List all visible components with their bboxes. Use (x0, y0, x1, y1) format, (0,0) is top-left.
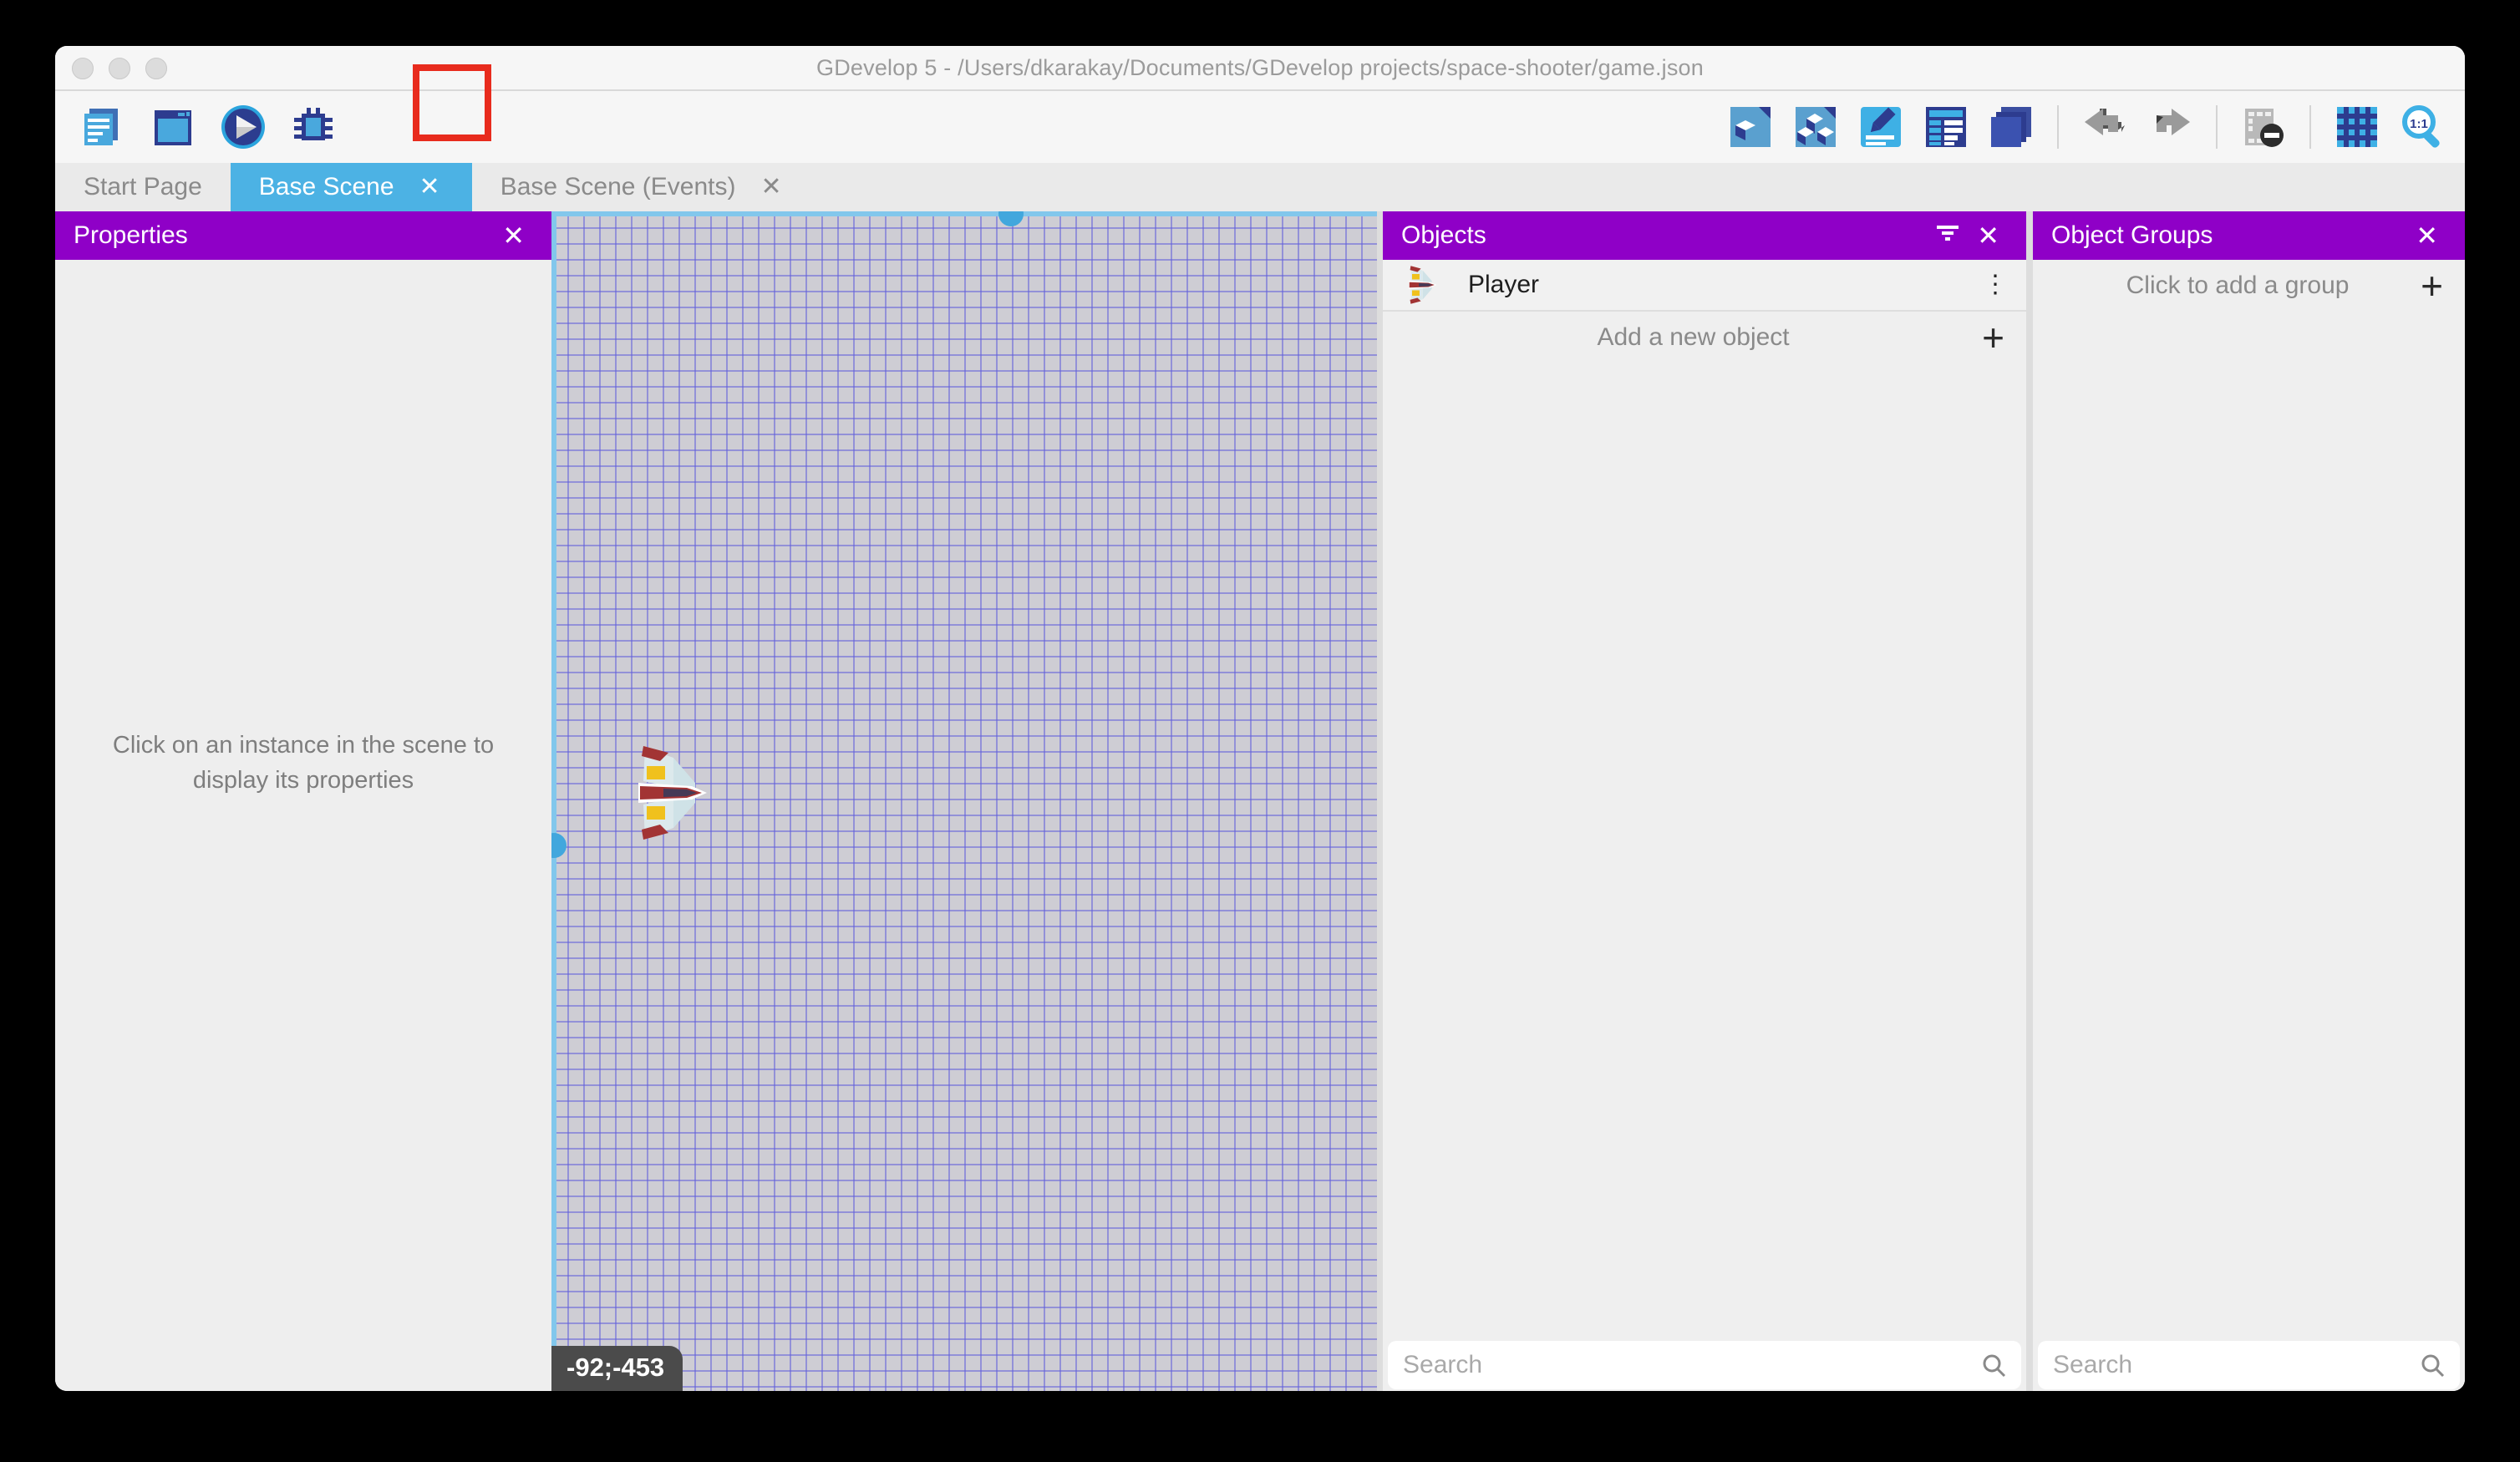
add-group-plus-icon[interactable]: + (2421, 267, 2443, 305)
editor-content: Properties ✕ Click on an instance in the… (55, 211, 2465, 1391)
properties-empty-message: Click on an instance in the scene to dis… (55, 728, 551, 798)
objects-header: Objects ✕ (1383, 211, 2026, 260)
redo-arrow-icon (2147, 104, 2193, 150)
edit-properties-button[interactable] (1857, 103, 1905, 151)
add-object-row[interactable]: Add a new object + (1383, 312, 2026, 363)
edit-object-groups-button[interactable] (1791, 103, 1840, 151)
add-object-plus-icon[interactable]: + (1982, 318, 2004, 357)
toolbar-divider (2309, 105, 2311, 149)
debug-bug-icon (290, 104, 337, 150)
maximize-window-button[interactable] (145, 58, 167, 79)
properties-title: Properties (74, 221, 188, 250)
app-window: GDevelop 5 - /Users/dkarakay/Documents/G… (55, 46, 2465, 1391)
debug-button[interactable] (289, 103, 338, 151)
instances-list-button[interactable] (1922, 103, 1970, 151)
zoom-1-1-icon: 1:1 (2399, 104, 2446, 150)
toolbar-divider (2216, 105, 2218, 149)
close-objects-icon[interactable]: ✕ (1969, 220, 2008, 251)
properties-pencil-icon (1857, 104, 1904, 150)
object-groups-cubes-icon (1792, 104, 1839, 150)
play-icon (220, 104, 267, 150)
close-object-groups-icon[interactable]: ✕ (2407, 220, 2446, 251)
object-groups-header: Object Groups ✕ (2033, 211, 2465, 260)
object-groups-empty-space (2033, 312, 2465, 1341)
toolbar-divider (2057, 105, 2059, 149)
layers-icon (1988, 104, 2035, 150)
toggle-mask-button[interactable] (2239, 103, 2288, 151)
title-bar: GDevelop 5 - /Users/dkarakay/Documents/G… (55, 46, 2465, 91)
filter-icon[interactable] (1927, 220, 1969, 251)
open-scene-editor-button[interactable] (149, 103, 197, 151)
object-cube-icon (1727, 104, 1774, 150)
play-preview-button[interactable] (219, 103, 267, 151)
objects-search-input[interactable] (1403, 1351, 1981, 1379)
object-name: Player (1468, 271, 1539, 299)
tab-start-page[interactable]: Start Page (55, 163, 231, 211)
tab-base-scene-events[interactable]: Base Scene (Events) ✕ (472, 163, 814, 211)
scene-canvas[interactable]: -92;-453 (551, 211, 1377, 1391)
object-row-player[interactable]: Player ⋮ (1383, 260, 2026, 312)
properties-header: Properties ✕ (55, 211, 551, 260)
layers-button[interactable] (1987, 103, 2035, 151)
search-icon (2420, 1353, 2445, 1378)
grid-icon (2334, 104, 2380, 150)
object-menu-kebab-icon[interactable]: ⋮ (1983, 278, 2008, 292)
undo-button[interactable] (2081, 103, 2129, 151)
edit-object-button[interactable] (1726, 103, 1775, 151)
add-object-label: Add a new object (1405, 323, 1982, 352)
undo-arrow-icon (2081, 104, 2128, 150)
cursor-coordinates-badge: -92;-453 (551, 1346, 683, 1391)
object-groups-title: Object Groups (2051, 221, 2213, 250)
objects-panel: Objects ✕ (1383, 211, 2026, 1391)
objects-search-box[interactable] (1388, 1341, 2021, 1389)
properties-panel: Properties ✕ Click on an instance in the… (55, 211, 551, 1391)
scene-window-icon (150, 104, 196, 150)
tab-base-scene[interactable]: Base Scene ✕ (231, 163, 472, 211)
add-group-label: Click to add a group (2055, 272, 2421, 300)
window-controls (72, 46, 167, 91)
objects-title: Objects (1401, 221, 1486, 250)
minimize-window-button[interactable] (109, 58, 130, 79)
object-groups-search-box[interactable] (2038, 1341, 2460, 1389)
project-manager-button[interactable] (79, 103, 127, 151)
objects-panel-empty-space (1383, 363, 2026, 1341)
object-groups-panel: Object Groups ✕ Click to add a group + (2033, 211, 2465, 1391)
search-icon (1981, 1353, 2006, 1378)
add-group-row[interactable]: Click to add a group + (2033, 260, 2465, 312)
window-title: GDevelop 5 - /Users/dkarakay/Documents/G… (816, 55, 1704, 81)
game-area-left-border (551, 211, 556, 1391)
game-area-resize-handle-left[interactable] (551, 833, 566, 858)
close-tab-icon[interactable]: ✕ (416, 171, 444, 203)
redo-button[interactable] (2146, 103, 2194, 151)
tab-label: Base Scene (Events) (500, 173, 736, 201)
toggle-grid-button[interactable] (2333, 103, 2381, 151)
tab-label: Base Scene (259, 173, 394, 201)
close-window-button[interactable] (72, 58, 94, 79)
svg-text:1:1: 1:1 (2410, 117, 2428, 131)
zoom-original-button[interactable]: 1:1 (2398, 103, 2446, 151)
player-ship-instance[interactable] (635, 739, 712, 846)
project-manager-icon (79, 104, 126, 150)
tab-label: Start Page (84, 173, 202, 201)
properties-body: Click on an instance in the scene to dis… (55, 260, 551, 1391)
object-groups-search-input[interactable] (2053, 1351, 2420, 1379)
tab-bar: Start Page Base Scene ✕ Base Scene (Even… (55, 163, 2465, 211)
close-tab-icon[interactable]: ✕ (758, 171, 785, 203)
game-area-resize-handle-top[interactable] (998, 211, 1024, 226)
game-area-top-border (551, 211, 1377, 216)
mask-remove-icon (2240, 104, 2287, 150)
close-properties-icon[interactable]: ✕ (494, 220, 533, 251)
player-object-thumbnail (1401, 263, 1445, 307)
instances-list-icon (1923, 104, 1969, 150)
main-toolbar: 1:1 (55, 91, 2465, 163)
